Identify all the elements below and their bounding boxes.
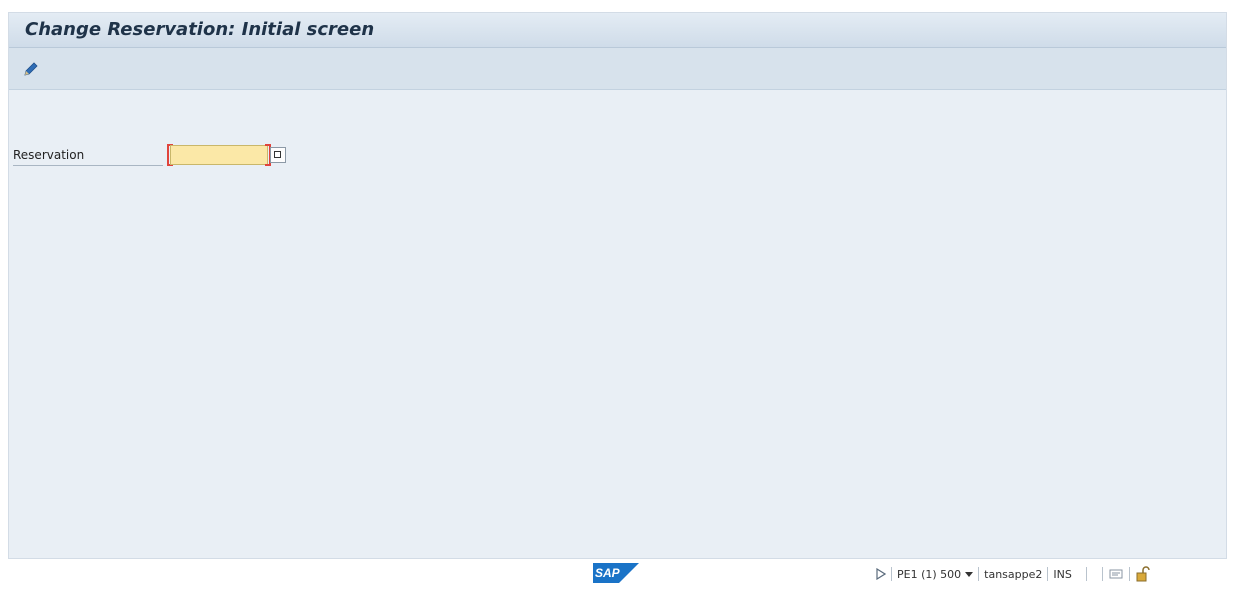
page-title: Change Reservation: Initial screen — [25, 19, 375, 40]
system-status: PE1 (1) 500 tansappe2 INS — [876, 564, 1151, 584]
user-name: tansappe2 — [984, 567, 1043, 581]
separator — [1128, 567, 1130, 581]
separator — [891, 567, 892, 581]
sap-logo: SAP — [593, 563, 639, 583]
unlock-icon[interactable] — [1135, 566, 1151, 582]
title-bar: Change Reservation: Initial screen — [9, 13, 1226, 48]
play-icon[interactable] — [876, 568, 886, 580]
sap-logo-text: SAP — [595, 566, 621, 580]
status-bar: SAP PE1 (1) 500 tansappe2 INS — [0, 560, 1240, 589]
main-window: Change Reservation: Initial screen Reser… — [8, 12, 1227, 559]
reservation-label: Reservation — [13, 144, 163, 166]
reservation-input[interactable] — [170, 145, 268, 165]
separator — [1101, 567, 1103, 581]
system-info: PE1 (1) 500 — [897, 567, 962, 581]
chevron-down-icon[interactable] — [965, 571, 974, 577]
separator — [978, 567, 980, 581]
input-mode: INS — [1053, 567, 1072, 581]
separator — [1085, 567, 1087, 581]
application-toolbar — [9, 48, 1226, 90]
message-log-icon[interactable] — [1108, 566, 1124, 582]
separator — [1047, 567, 1049, 581]
pencil-icon[interactable] — [20, 58, 42, 80]
value-help-icon[interactable] — [270, 147, 286, 163]
